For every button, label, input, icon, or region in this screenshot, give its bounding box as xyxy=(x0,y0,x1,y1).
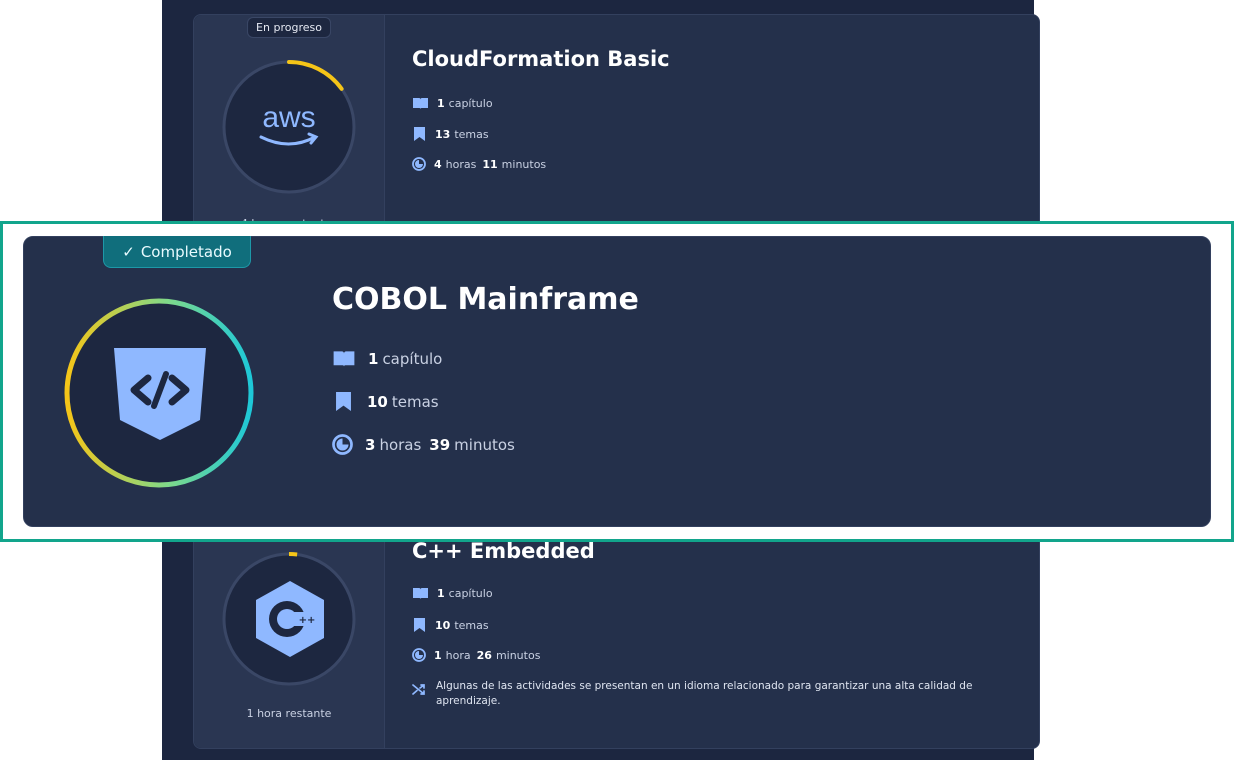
minutes-count: 39 xyxy=(429,435,451,454)
topics-label: temas xyxy=(454,618,489,632)
chapters-row: 1 capítulo xyxy=(412,97,493,110)
hours-label: horas xyxy=(445,157,477,171)
highlighted-course: ✓ Completado COBOL Mainframe 1 capítulo … xyxy=(0,221,1234,542)
minutes-label: minutos xyxy=(501,157,547,171)
topics-count: 10 xyxy=(367,392,388,411)
code-shield-icon xyxy=(112,344,208,442)
hours-label: hora xyxy=(445,648,471,662)
chapters-row: 1 capítulo xyxy=(332,350,442,368)
chapters-label: capítulo xyxy=(448,587,493,600)
time-remaining: 1 hora restante xyxy=(246,707,332,720)
minutes-count: 11 xyxy=(482,157,498,171)
course-title[interactable]: CloudFormation Basic xyxy=(412,47,670,71)
hours-count: 4 xyxy=(434,157,442,171)
status-badge-completed: ✓ Completado xyxy=(103,236,251,268)
language-note: Algunas de las actividades se presentan … xyxy=(436,680,973,707)
chapters-count: 1 xyxy=(437,97,445,110)
language-note-row: Algunas de las actividades se presentan … xyxy=(412,679,1012,709)
bookmark-icon xyxy=(414,127,425,141)
course-card-cobol[interactable]: ✓ Completado COBOL Mainframe 1 capítulo … xyxy=(23,236,1211,527)
topics-row: 13 temas xyxy=(414,127,489,141)
book-icon xyxy=(412,587,429,600)
svg-text:aws: aws xyxy=(262,101,315,134)
chapters-count: 1 xyxy=(368,350,379,368)
svg-text:++: ++ xyxy=(299,615,316,626)
chapters-label: capítulo xyxy=(448,97,493,110)
minutes-label: minutos xyxy=(495,648,541,662)
course-card-cpp[interactable]: ++ 1 hora restante C++ Embedded 1 capítu… xyxy=(193,508,1040,749)
hours-count: 3 xyxy=(365,435,376,454)
cpp-logo-icon: ++ xyxy=(252,579,328,659)
topics-label: temas xyxy=(454,127,489,141)
bookmark-icon xyxy=(336,392,351,411)
topics-row: 10 temas xyxy=(336,392,439,411)
duration-row: 1 hora 26 minutos xyxy=(412,648,540,662)
status-badge: En progreso xyxy=(247,17,331,38)
bookmark-icon xyxy=(414,618,425,632)
duration-row: 4 horas 11 minutos xyxy=(412,157,546,171)
chapters-row: 1 capítulo xyxy=(412,587,493,600)
course-title[interactable]: COBOL Mainframe xyxy=(332,282,639,317)
book-icon xyxy=(412,97,429,110)
status-badge-label: Completado xyxy=(140,242,232,261)
chapters-label: capítulo xyxy=(382,350,443,368)
book-icon xyxy=(332,350,356,368)
check-icon: ✓ xyxy=(122,242,135,261)
clock-icon xyxy=(412,648,426,662)
minutes-count: 26 xyxy=(476,648,492,662)
course-title[interactable]: C++ Embedded xyxy=(412,539,595,563)
chapters-count: 1 xyxy=(437,587,445,600)
clock-icon xyxy=(332,434,353,455)
clock-icon xyxy=(412,157,426,171)
topics-row: 10 temas xyxy=(414,618,489,632)
topics-count: 13 xyxy=(435,127,451,141)
course-card-cloudformation[interactable]: En progreso aws 4 horas restantes CloudF… xyxy=(193,14,1040,254)
topics-count: 10 xyxy=(435,618,451,632)
topics-label: temas xyxy=(391,392,439,411)
hours-count: 1 xyxy=(434,648,442,662)
hours-label: horas xyxy=(379,435,422,454)
duration-row: 3 horas 39 minutos xyxy=(332,434,515,455)
shuffle-icon xyxy=(412,683,426,696)
aws-logo-icon: aws xyxy=(249,97,329,157)
minutes-label: minutos xyxy=(454,435,515,454)
